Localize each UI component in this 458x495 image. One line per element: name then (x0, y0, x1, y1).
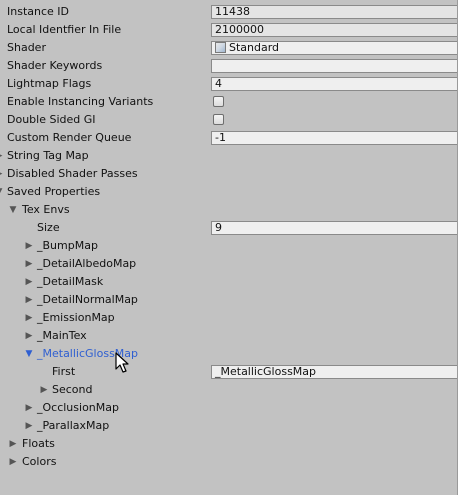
tex-env-item-label: _DetailAlbedoMap (37, 257, 137, 270)
lightmap-flags-row: Lightmap Flags 4 (0, 75, 458, 93)
tex-env-item[interactable]: ▶ _DetailMask (0, 273, 458, 291)
tex-env-item[interactable]: ▶ _OcclusionMap (0, 399, 458, 417)
collapsed-arrow-icon[interactable]: ▶ (24, 309, 34, 327)
custom-render-queue-field[interactable]: -1 (211, 131, 458, 145)
size-label: Size (37, 221, 60, 234)
tex-env-item-label: _BumpMap (37, 239, 98, 252)
colors-label: Colors (22, 455, 57, 468)
collapsed-arrow-icon[interactable]: ▶ (0, 165, 4, 183)
collapsed-arrow-icon[interactable]: ▶ (24, 255, 34, 273)
tex-envs-label: Tex Envs (22, 203, 70, 216)
tex-env-item-label: _OcclusionMap (37, 401, 119, 414)
collapsed-arrow-icon[interactable]: ▶ (8, 435, 18, 453)
tex-env-item-label: _DetailNormalMap (37, 293, 138, 306)
local-identifier-row: Local Identfier In File 2100000 (0, 21, 458, 39)
collapsed-arrow-icon[interactable]: ▶ (24, 291, 34, 309)
enable-instancing-label: Enable Instancing Variants (7, 95, 154, 108)
floats-label: Floats (22, 437, 55, 450)
second-foldout[interactable]: ▶ Second (0, 381, 458, 399)
tex-env-item[interactable]: ▶ _DetailNormalMap (0, 291, 458, 309)
collapsed-arrow-icon[interactable]: ▶ (24, 273, 34, 291)
local-identifier-label: Local Identfier In File (7, 23, 122, 36)
instance-id-field[interactable]: 11438 (211, 5, 458, 19)
tex-env-item[interactable]: ▶ _ParallaxMap (0, 417, 458, 435)
mouse-cursor-icon (115, 352, 129, 373)
collapsed-arrow-icon[interactable]: ▶ (24, 327, 34, 345)
double-sided-gi-label: Double Sided GI (7, 113, 96, 126)
tex-envs-foldout[interactable]: ▼ Tex Envs (0, 201, 458, 219)
collapsed-arrow-icon[interactable]: ▶ (24, 237, 34, 255)
shader-field[interactable]: Standard (211, 41, 458, 55)
collapsed-arrow-icon[interactable]: ▶ (0, 147, 4, 165)
lightmap-flags-field[interactable]: 4 (211, 77, 458, 91)
tex-env-item-selected[interactable]: ▼ _MetallicGlossMap (0, 345, 458, 363)
saved-properties-foldout[interactable]: ▼ Saved Properties (0, 183, 458, 201)
shader-keywords-row: Shader Keywords (0, 57, 458, 75)
collapsed-arrow-icon[interactable]: ▶ (24, 417, 34, 435)
first-field[interactable]: _MetallicGlossMap (211, 365, 458, 379)
tex-env-item-label: _MainTex (37, 329, 87, 342)
collapsed-arrow-icon[interactable]: ▶ (8, 453, 18, 471)
custom-render-queue-row: Custom Render Queue -1 (0, 129, 458, 147)
shader-keywords-field[interactable] (211, 59, 458, 73)
floats-foldout[interactable]: ▶ Floats (0, 435, 458, 453)
shader-value: Standard (229, 41, 280, 54)
inspector-panel: Instance ID 11438 Local Identfier In Fil… (0, 0, 458, 495)
string-tag-map-foldout[interactable]: ▶ String Tag Map (0, 147, 458, 165)
tex-env-item[interactable]: ▶ _MainTex (0, 327, 458, 345)
tex-env-item-label: _ParallaxMap (37, 419, 110, 432)
collapsed-arrow-icon[interactable]: ▶ (39, 381, 49, 399)
double-sided-gi-checkbox[interactable] (213, 114, 224, 125)
expanded-arrow-icon[interactable]: ▼ (0, 183, 4, 201)
collapsed-arrow-icon[interactable]: ▶ (24, 399, 34, 417)
shader-keywords-label: Shader Keywords (7, 59, 103, 72)
local-identifier-field[interactable]: 2100000 (211, 23, 458, 37)
shader-label: Shader (7, 41, 46, 54)
custom-render-queue-label: Custom Render Queue (7, 131, 132, 144)
disabled-shader-passes-foldout[interactable]: ▶ Disabled Shader Passes (0, 165, 458, 183)
instance-id-row: Instance ID 11438 (0, 3, 458, 21)
second-label: Second (52, 383, 93, 396)
shader-row: Shader Standard (0, 39, 458, 57)
string-tag-map-label: String Tag Map (7, 149, 89, 162)
tex-env-item[interactable]: ▶ _EmissionMap (0, 309, 458, 327)
first-label: First (52, 365, 76, 378)
instance-id-label: Instance ID (7, 5, 69, 18)
enable-instancing-row: Enable Instancing Variants (0, 93, 458, 111)
tex-env-item[interactable]: ▶ _BumpMap (0, 237, 458, 255)
expanded-arrow-icon[interactable]: ▼ (24, 345, 34, 363)
enable-instancing-checkbox[interactable] (213, 96, 224, 107)
size-row: Size 9 (0, 219, 458, 237)
colors-foldout[interactable]: ▶ Colors (0, 453, 458, 471)
tex-env-item-label: _EmissionMap (37, 311, 115, 324)
lightmap-flags-label: Lightmap Flags (7, 77, 92, 90)
tex-env-item-label: _DetailMask (37, 275, 104, 288)
shader-icon (215, 42, 226, 53)
disabled-shader-passes-label: Disabled Shader Passes (7, 167, 138, 180)
tex-env-item[interactable]: ▶ _DetailAlbedoMap (0, 255, 458, 273)
double-sided-gi-row: Double Sided GI (0, 111, 458, 129)
saved-properties-label: Saved Properties (7, 185, 101, 198)
first-row: First _MetallicGlossMap (0, 363, 458, 381)
size-field[interactable]: 9 (211, 221, 458, 235)
expanded-arrow-icon[interactable]: ▼ (8, 201, 18, 219)
